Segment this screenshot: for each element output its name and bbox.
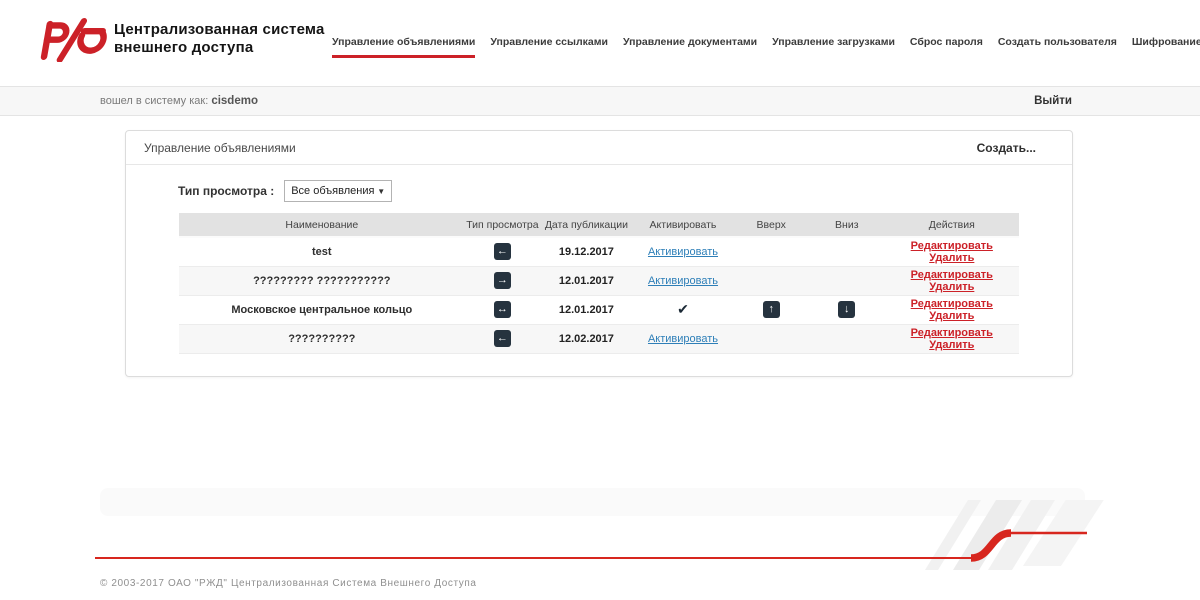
org-title: Централизованная система внешнего доступ… <box>114 21 325 58</box>
move-up-button[interactable]: ↑ <box>763 301 780 318</box>
activate-link[interactable]: Активировать <box>648 275 718 287</box>
move-up-cell <box>733 237 809 266</box>
table-row: ?????????? ← 12.02.2017 Активировать Ред… <box>179 324 1019 353</box>
activate-link[interactable]: Активировать <box>648 333 718 345</box>
view-type-selected-value: Все объявления <box>291 185 374 197</box>
activated-check-icon: ✔ <box>677 301 689 317</box>
table-row: test ← 19.12.2017 Активировать Редактиро… <box>179 237 1019 266</box>
logged-in-info: вошел в систему как: cisdemo <box>100 87 258 115</box>
announcements-panel: Управление объявлениями Создать... Тип п… <box>125 130 1073 377</box>
filter-row: Тип просмотра : Все объявления ▼ <box>178 180 1072 202</box>
delete-link[interactable]: Удалить <box>929 339 974 351</box>
activate-cell: Активировать <box>633 266 734 295</box>
col-header-actions: Действия <box>885 213 1019 237</box>
announcements-table: Наименование Тип просмотра Дата публикац… <box>179 213 1019 354</box>
delete-link[interactable]: Удалить <box>929 281 974 293</box>
panel-title: Управление объявлениями <box>144 141 296 155</box>
nav-item[interactable]: Управление загрузками <box>772 36 895 58</box>
move-down-cell <box>809 266 885 295</box>
user-bar: вошел в систему как: cisdemo Выйти <box>0 86 1200 116</box>
publish-date: 19.12.2017 <box>559 246 614 258</box>
announcements-table-wrap: Наименование Тип просмотра Дата публикац… <box>179 213 1019 354</box>
announcement-name: test <box>312 246 332 258</box>
table-header-row: Наименование Тип просмотра Дата публикац… <box>179 213 1019 237</box>
chevron-down-icon: ▼ <box>377 187 385 196</box>
view-type-select[interactable]: Все объявления ▼ <box>284 180 392 202</box>
nav-item[interactable]: Создать пользователя <box>998 36 1117 58</box>
logged-in-label: вошел в систему как: <box>100 95 208 107</box>
col-header-down: Вниз <box>809 213 885 237</box>
col-header-up: Вверх <box>733 213 809 237</box>
col-header-activate: Активировать <box>633 213 734 237</box>
move-down-cell: ↓ <box>809 295 885 324</box>
col-header-publish-date: Дата публикации <box>540 213 632 237</box>
edit-link[interactable]: Редактировать <box>911 240 993 252</box>
move-up-cell: ↑ <box>733 295 809 324</box>
top-header: Централизованная система внешнего доступ… <box>0 0 1200 86</box>
view-type-icon: ← <box>494 243 511 260</box>
create-button[interactable]: Создать... <box>977 141 1036 155</box>
publish-date: 12.01.2017 <box>559 304 614 316</box>
announcements-table-body: test ← 19.12.2017 Активировать Редактиро… <box>179 237 1019 353</box>
table-row: Московское центральное кольцо ↔ 12.01.20… <box>179 295 1019 324</box>
edit-link[interactable]: Редактировать <box>911 269 993 281</box>
announcement-name: Московское центральное кольцо <box>231 304 412 316</box>
announcement-name: ????????? ??????????? <box>253 275 390 287</box>
org-title-line2: внешнего доступа <box>114 39 325 57</box>
view-type-icon: ← <box>494 330 511 347</box>
activate-cell: Активировать <box>633 237 734 266</box>
move-down-cell <box>809 324 885 353</box>
delete-link[interactable]: Удалить <box>929 310 974 322</box>
rzd-logo-icon <box>34 16 108 62</box>
nav-item[interactable]: Шифрование Web.config <box>1132 36 1200 58</box>
footer-swoosh-graphic <box>95 500 1105 570</box>
logout-link[interactable]: Выйти <box>1034 87 1072 115</box>
view-type-icon: ↔ <box>494 301 511 318</box>
edit-link[interactable]: Редактировать <box>911 327 993 339</box>
move-down-button[interactable]: ↓ <box>838 301 855 318</box>
edit-link[interactable]: Редактировать <box>911 298 993 310</box>
table-row: ????????? ??????????? → 12.01.2017 Актив… <box>179 266 1019 295</box>
col-header-name: Наименование <box>179 213 465 237</box>
view-type-icon: → <box>494 272 511 289</box>
copyright-text: © 2003-2017 ОАО "РЖД" Централизованная С… <box>100 578 477 589</box>
nav-item[interactable]: Управление объявлениями <box>332 36 475 58</box>
move-down-cell <box>809 237 885 266</box>
username: cisdemo <box>211 95 258 107</box>
col-header-view-type: Тип просмотра <box>465 213 541 237</box>
activate-link[interactable]: Активировать <box>648 246 718 258</box>
delete-link[interactable]: Удалить <box>929 252 974 264</box>
main-nav: Управление объявлениями Управление ссылка… <box>332 36 1200 58</box>
panel-header: Управление объявлениями Создать... <box>126 131 1072 165</box>
publish-date: 12.01.2017 <box>559 275 614 287</box>
activate-cell: Активировать <box>633 324 734 353</box>
announcement-name: ?????????? <box>288 333 355 345</box>
logo-block: Централизованная система внешнего доступ… <box>34 16 325 62</box>
nav-item[interactable]: Сброс пароля <box>910 36 983 58</box>
activate-cell: ✔ <box>633 295 734 324</box>
view-type-filter-label: Тип просмотра : <box>178 184 274 198</box>
nav-item[interactable]: Управление ссылками <box>490 36 608 58</box>
nav-item[interactable]: Управление документами <box>623 36 757 58</box>
move-up-cell <box>733 266 809 295</box>
move-up-cell <box>733 324 809 353</box>
org-title-line1: Централизованная система <box>114 21 325 39</box>
publish-date: 12.02.2017 <box>559 333 614 345</box>
